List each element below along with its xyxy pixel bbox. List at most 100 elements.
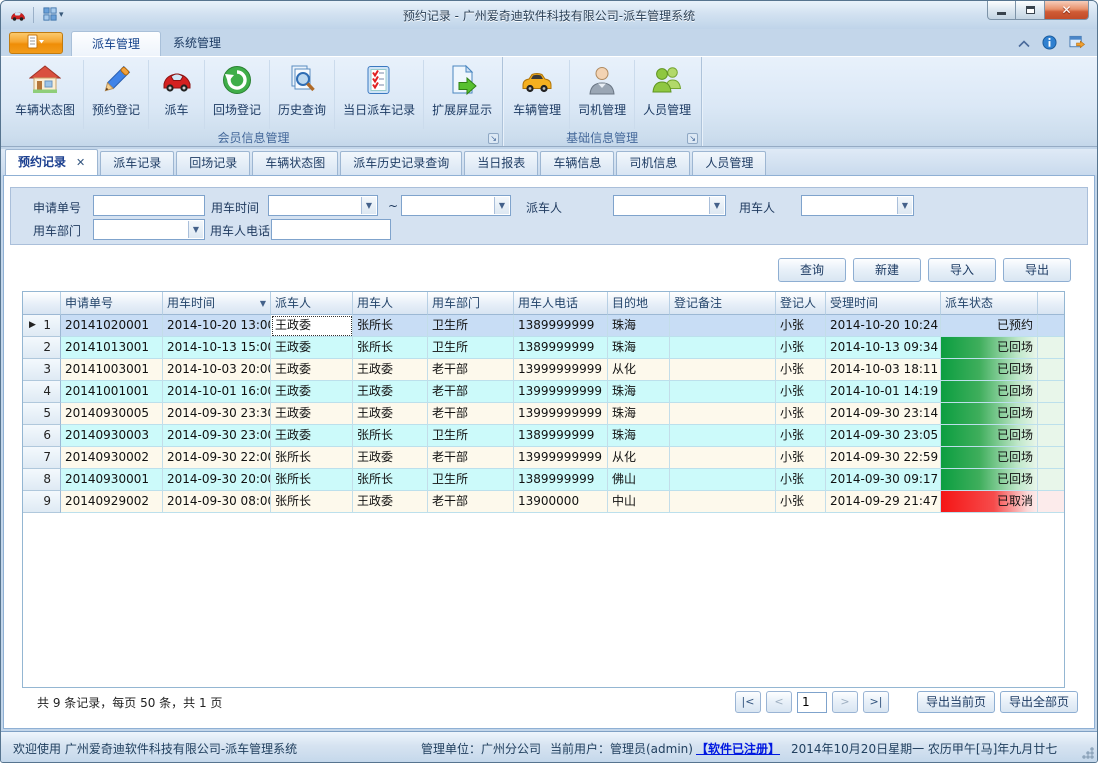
use-time-to-combo[interactable]: ▼ — [401, 195, 511, 216]
row-indicator[interactable]: 7 — [23, 447, 61, 469]
column-header[interactable]: 登记人 — [776, 292, 826, 315]
chevron-down-icon[interactable]: ▼ — [897, 197, 912, 214]
cell-user[interactable]: 张所长 — [353, 425, 428, 447]
cell-registrar[interactable]: 小张 — [776, 403, 826, 425]
cell-accept-time[interactable]: 2014-09-30 23:05 — [826, 425, 941, 447]
cell-use-time[interactable]: 2014-09-30 20:00 — [163, 469, 271, 491]
table-row[interactable]: 4201410010012014-10-01 16:00王政委王政委老干部139… — [23, 381, 1064, 403]
cell-user[interactable]: 王政委 — [353, 447, 428, 469]
sort-descending-icon[interactable]: ▼ — [260, 293, 266, 315]
cell-order-no[interactable]: 20141003001 — [61, 359, 163, 381]
dispatcher-combo[interactable]: ▼ — [613, 195, 726, 216]
doc-tab-item[interactable]: 车辆信息 — [540, 151, 614, 175]
doc-tab-item[interactable]: 人员管理 — [692, 151, 766, 175]
cell-registrar[interactable]: 小张 — [776, 315, 826, 337]
cell-registrar[interactable]: 小张 — [776, 491, 826, 513]
cell-destination[interactable]: 中山 — [608, 491, 670, 513]
cell-destination[interactable]: 佛山 — [608, 469, 670, 491]
table-row[interactable]: ▶1201410200012014-10-20 13:00王政委张所长卫生所13… — [23, 315, 1064, 337]
close-button[interactable]: ✕ — [1044, 1, 1089, 20]
import-button[interactable]: 导入 — [928, 258, 996, 282]
dialog-launcher-icon[interactable]: ↘ — [488, 133, 499, 144]
cell-dispatch-status[interactable]: 已回场 — [941, 403, 1038, 425]
cell-phone[interactable]: 13999999999 — [514, 403, 608, 425]
prev-page-button[interactable]: < — [766, 691, 792, 713]
cell-order-no[interactable]: 20140930003 — [61, 425, 163, 447]
table-row[interactable]: 5201409300052014-09-30 23:30王政委王政委老干部139… — [23, 403, 1064, 425]
export-current-page-button[interactable]: 导出当前页 — [917, 691, 995, 713]
cell-dispatch-status[interactable]: 已回场 — [941, 425, 1038, 447]
cell-user[interactable]: 张所长 — [353, 315, 428, 337]
cell-department[interactable]: 老干部 — [428, 403, 514, 425]
column-header[interactable]: 派车人 — [271, 292, 353, 315]
cell-dispatcher[interactable]: 王政委 — [271, 381, 353, 403]
cell-order-no[interactable]: 20140930005 — [61, 403, 163, 425]
cell-use-time[interactable]: 2014-09-30 08:00 — [163, 491, 271, 513]
table-row[interactable]: 9201409290022014-09-30 08:00张所长王政委老干部139… — [23, 491, 1064, 513]
reservation-pencil-button[interactable]: 预约登记 — [84, 60, 149, 129]
cell-remark[interactable] — [670, 447, 776, 469]
export-button[interactable]: 导出 — [1003, 258, 1071, 282]
close-tab-icon[interactable]: ✕ — [76, 156, 85, 169]
cell-registrar[interactable]: 小张 — [776, 337, 826, 359]
cell-remark[interactable] — [670, 403, 776, 425]
cell-accept-time[interactable]: 2014-09-30 22:59 — [826, 447, 941, 469]
cell-order-no[interactable]: 20140930002 — [61, 447, 163, 469]
cell-accept-time[interactable]: 2014-09-30 09:17 — [826, 469, 941, 491]
column-header[interactable]: 用车人 — [353, 292, 428, 315]
cell-remark[interactable] — [670, 381, 776, 403]
cell-accept-time[interactable]: 2014-10-20 10:24 — [826, 315, 941, 337]
cell-use-time[interactable]: 2014-10-20 13:00 — [163, 315, 271, 337]
cell-phone[interactable]: 1389999999 — [514, 337, 608, 359]
page-number-input[interactable] — [797, 692, 827, 713]
cell-order-no[interactable]: 20140930001 — [61, 469, 163, 491]
cell-registrar[interactable]: 小张 — [776, 447, 826, 469]
cell-department[interactable]: 老干部 — [428, 381, 514, 403]
cell-remark[interactable] — [670, 469, 776, 491]
dialog-launcher-icon[interactable]: ↘ — [687, 133, 698, 144]
cell-destination[interactable]: 珠海 — [608, 425, 670, 447]
cell-destination[interactable]: 珠海 — [608, 337, 670, 359]
dispatch-car-button[interactable]: 派车 — [149, 60, 205, 129]
app-menu-button[interactable] — [9, 32, 63, 54]
cell-registrar[interactable]: 小张 — [776, 425, 826, 447]
cell-department[interactable]: 卫生所 — [428, 315, 514, 337]
cell-accept-time[interactable]: 2014-10-03 18:11 — [826, 359, 941, 381]
column-header[interactable]: 用车部门 — [428, 292, 514, 315]
last-page-button[interactable]: >| — [863, 691, 889, 713]
cell-remark[interactable] — [670, 315, 776, 337]
chevron-down-icon[interactable]: ▼ — [709, 197, 724, 214]
cell-department[interactable]: 老干部 — [428, 447, 514, 469]
row-indicator[interactable]: 5 — [23, 403, 61, 425]
cell-dispatch-status[interactable]: 已取消 — [941, 491, 1038, 513]
table-row[interactable]: 6201409300032014-09-30 23:00王政委张所长卫生所138… — [23, 425, 1064, 447]
cell-phone[interactable]: 1389999999 — [514, 425, 608, 447]
order-no-input[interactable] — [93, 195, 205, 216]
skin-icon[interactable] — [1069, 35, 1085, 53]
cell-order-no[interactable]: 20141001001 — [61, 381, 163, 403]
cell-remark[interactable] — [670, 425, 776, 447]
department-combo[interactable]: ▼ — [93, 219, 205, 240]
cell-accept-time[interactable]: 2014-09-30 23:14 — [826, 403, 941, 425]
chevron-down-icon[interactable]: ▼ — [361, 197, 376, 214]
column-header[interactable]: 用车时间▼ — [163, 292, 271, 315]
cell-use-time[interactable]: 2014-10-03 20:00 — [163, 359, 271, 381]
cell-remark[interactable] — [670, 337, 776, 359]
row-indicator[interactable]: 2 — [23, 337, 61, 359]
cell-department[interactable]: 卫生所 — [428, 337, 514, 359]
column-header[interactable]: 目的地 — [608, 292, 670, 315]
cell-phone[interactable]: 1389999999 — [514, 315, 608, 337]
doc-tab-item[interactable]: 司机信息 — [616, 151, 690, 175]
cell-destination[interactable]: 从化 — [608, 359, 670, 381]
user-combo[interactable]: ▼ — [801, 195, 914, 216]
cell-department[interactable]: 老干部 — [428, 359, 514, 381]
doc-tab-item[interactable]: 派车历史记录查询 — [340, 151, 462, 175]
cell-order-no[interactable]: 20141013001 — [61, 337, 163, 359]
cell-registrar[interactable]: 小张 — [776, 359, 826, 381]
return-recycle-button[interactable]: 回场登记 — [205, 60, 270, 129]
software-registered-link[interactable]: 【软件已注册】 — [696, 740, 780, 757]
row-indicator[interactable]: ▶1 — [23, 315, 61, 337]
cell-use-time[interactable]: 2014-09-30 23:00 — [163, 425, 271, 447]
info-icon[interactable] — [1042, 35, 1057, 53]
cell-department[interactable]: 老干部 — [428, 491, 514, 513]
